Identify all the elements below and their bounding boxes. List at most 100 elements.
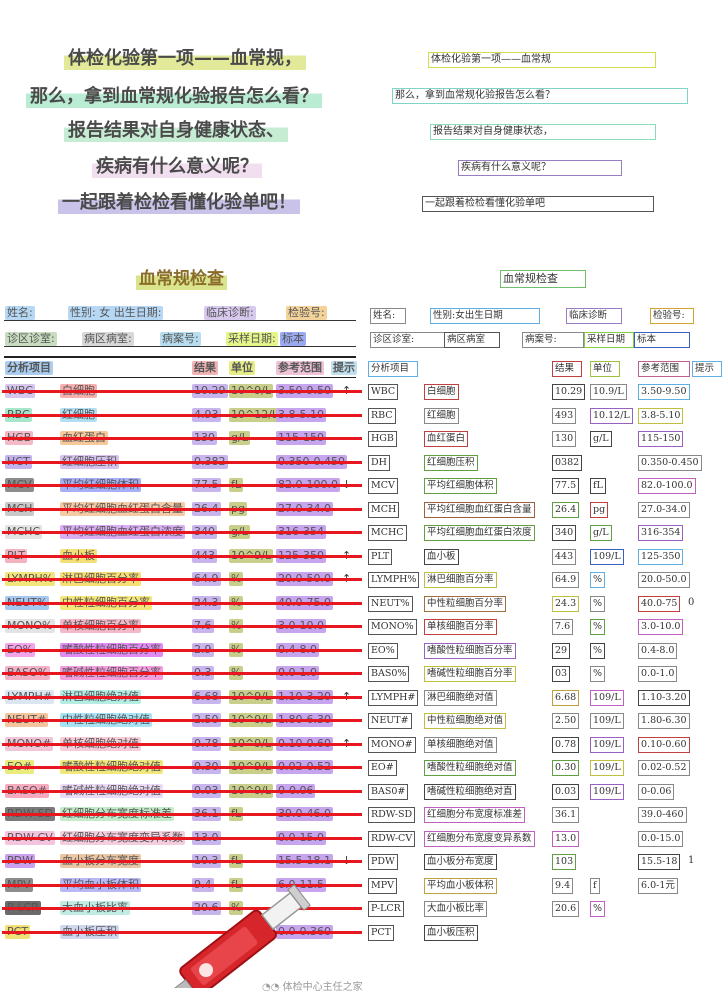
info-sample-date: 采样日期: <box>226 332 278 346</box>
row-strike-line <box>2 555 362 558</box>
row-box-code: RDW-CV <box>368 831 416 847</box>
row-box-result: 77.5 <box>552 478 580 494</box>
row-box-extra: 0 <box>688 597 695 608</box>
row-box-range: 3.8-5.10 <box>638 408 684 424</box>
row-box-range: 316-354 <box>638 525 684 541</box>
intro-box-5: 一起跟着检检看懂化验单吧 <box>422 196 654 212</box>
row-box-unit: % <box>590 666 606 682</box>
header-rule-top <box>4 356 356 358</box>
row-box-name: 平均红细胞体积 <box>424 478 497 494</box>
info-diagnosis: 临床诊断: <box>204 306 256 320</box>
row-box-result: 130 <box>552 431 577 447</box>
row-box-unit: 109/L <box>590 760 624 776</box>
row-box-name: 嗜碱性粒细胞百分率 <box>424 666 516 682</box>
row-strike-line <box>2 860 362 863</box>
row-box-code: PLT <box>368 549 393 565</box>
row-box-name: 血小板压积 <box>424 925 478 941</box>
info-box-specimen: 标本 <box>634 332 690 348</box>
row-strike-line <box>2 766 362 769</box>
row-strike-line <box>2 461 362 464</box>
row-box-result: 103 <box>552 854 577 870</box>
info-box-case-no: 病案号: <box>522 332 584 348</box>
info-box-clinic: 诊区诊室: <box>370 332 448 348</box>
row-strike-line <box>2 743 362 746</box>
info-box-exam-no: 检验号: <box>650 308 694 324</box>
row-box-code: NEUT# <box>368 713 412 729</box>
row-box-range: 6.0-1元 <box>638 878 678 894</box>
header-box-result: 结果 <box>552 361 582 377</box>
row-box-result: 64.9 <box>552 572 580 588</box>
intro-line-1: 体检化验第一项——血常规， <box>64 48 306 70</box>
row-box-code: PCT <box>368 925 394 941</box>
row-box-name: 血小板分布宽度 <box>424 854 497 870</box>
row-box-unit: % <box>590 596 606 612</box>
row-box-unit: g/L <box>590 525 612 541</box>
header-rule-bottom <box>4 377 356 378</box>
row-box-code: MONO# <box>368 737 416 753</box>
row-box-code: RBC <box>368 408 396 424</box>
row-box-name: 大血小板比率 <box>424 901 488 917</box>
row-box-code: MONO% <box>368 619 417 635</box>
row-box-name: 平均红细胞血红蛋白浓度 <box>424 525 535 541</box>
row-box-result: 0.03 <box>552 784 580 800</box>
row-strike-line <box>2 672 362 675</box>
report-title: 血常规检查 <box>136 268 227 290</box>
row-strike-line <box>2 437 362 440</box>
intro-box-1: 体检化验第一项——血常规 <box>428 52 656 68</box>
header-hint: 提示 <box>331 361 357 375</box>
row-box-range: 3.50-9.50 <box>638 384 690 400</box>
header-range: 参考范围 <box>276 361 324 375</box>
row-strike-line <box>2 484 362 487</box>
row-box-code: EO% <box>368 643 398 659</box>
row-box-unit: 109/L <box>590 737 624 753</box>
row-box-name: 红细胞压积 <box>424 455 478 471</box>
intro-line-5: 一起跟着检检看懂化验单吧！ <box>58 192 300 214</box>
info-name: 姓名: <box>5 306 35 320</box>
row-box-name: 嗜酸性粒细胞绝对值 <box>424 760 516 776</box>
row-box-code: NEUT% <box>368 596 413 612</box>
row-box-name: 红细胞分布宽度变异系数 <box>424 831 535 847</box>
row-box-range: 1.80-6.30 <box>638 713 690 729</box>
row-strike-line <box>2 837 362 840</box>
row-box-code: EO# <box>368 760 397 776</box>
row-box-unit: % <box>590 572 606 588</box>
row-box-name: 红细胞 <box>424 408 459 424</box>
row-strike-line <box>2 578 362 581</box>
row-box-range: 27.0-34.0 <box>638 502 690 518</box>
footer-watermark-row: ◔◔ 体检中心主任之家 <box>262 978 363 993</box>
row-box-unit: % <box>590 901 606 917</box>
row-box-result: 9.4 <box>552 878 574 894</box>
row-box-name: 单核细胞百分率 <box>424 619 497 635</box>
info-case-no: 病案号: <box>160 332 201 346</box>
row-box-unit: fL <box>590 478 606 494</box>
row-box-unit: % <box>590 619 606 635</box>
intro-line-4: 疾病有什么意义呢？ <box>92 156 262 178</box>
header-box-item: 分析项目 <box>368 361 418 377</box>
header-unit: 单位 <box>229 361 255 375</box>
row-box-range: 0.02-0.52 <box>638 760 690 776</box>
row-box-result: 29 <box>552 643 571 659</box>
row-box-name: 平均红细胞血红蛋白含量 <box>424 502 535 518</box>
header-result: 结果 <box>192 361 218 375</box>
row-box-code: LYMPH# <box>368 690 419 706</box>
row-box-name: 淋巴细胞绝对值 <box>424 690 497 706</box>
row-box-unit: pg <box>590 502 609 518</box>
row-box-unit: % <box>590 643 606 659</box>
row-box-result: 13.0 <box>552 831 580 847</box>
info-box-diagnosis: 临床诊断 <box>566 308 622 324</box>
row-box-name: 白细胞 <box>424 384 459 400</box>
row-box-code: WBC <box>368 384 399 400</box>
row-box-range: 15.5-18 <box>638 854 681 870</box>
row-box-code: LYMPH% <box>368 572 420 588</box>
row-box-unit: 109/L <box>590 784 624 800</box>
row-box-code: MCH <box>368 502 400 518</box>
row-box-name: 淋巴细胞百分率 <box>424 572 497 588</box>
row-strike-line <box>2 414 362 417</box>
row-box-range: 115-150 <box>638 431 684 447</box>
info-box-ward: 病区病室 <box>444 332 500 348</box>
row-box-range: 20.0-50.0 <box>638 572 690 588</box>
header-box-range: 参考范围 <box>638 361 690 377</box>
row-box-result: 2.50 <box>552 713 580 729</box>
syringe-icon <box>173 884 311 988</box>
row-box-code: MPV <box>368 878 397 894</box>
